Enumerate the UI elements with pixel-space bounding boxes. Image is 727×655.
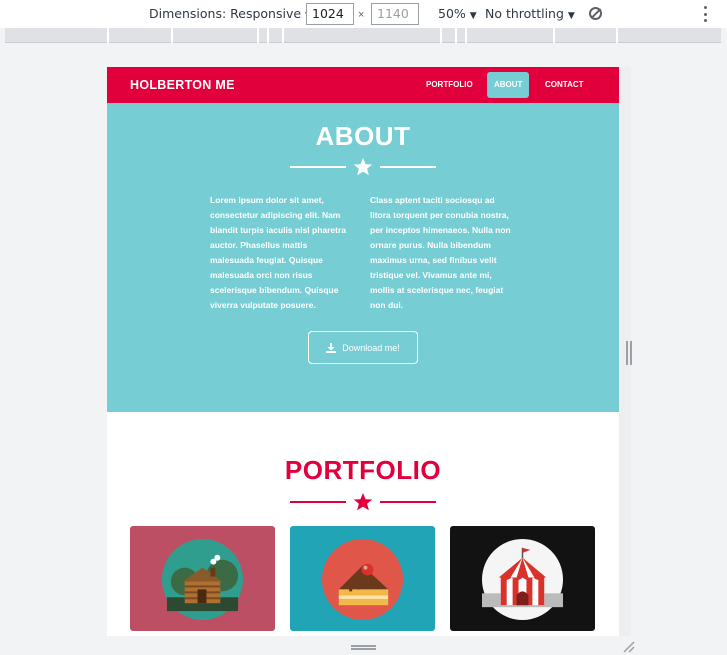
site-navbar: HOLBERTON ME PORTFOLIO ABOUT CONTACT	[107, 67, 619, 103]
portfolio-divider	[290, 492, 436, 512]
site-brand[interactable]: HOLBERTON ME	[130, 78, 235, 92]
download-icon	[326, 342, 337, 353]
throttle-label: No throttling	[485, 6, 564, 21]
about-section: ABOUT Lorem ipsum dolor sit amet, consec…	[107, 103, 619, 412]
zoom-dropdown[interactable]: 50% ▼	[438, 6, 477, 21]
nav-about[interactable]: ABOUT	[487, 72, 530, 98]
nav-portfolio[interactable]: PORTFOLIO	[419, 72, 480, 98]
more-options-icon[interactable]	[704, 6, 708, 22]
height-input[interactable]: 1140	[371, 3, 419, 25]
about-divider	[290, 157, 436, 177]
portfolio-title: PORTFOLIO	[284, 455, 442, 485]
caret-down-icon: ▼	[567, 11, 575, 21]
download-button[interactable]: Download me!	[308, 331, 418, 364]
portfolio-card-cake[interactable]	[290, 526, 435, 631]
cake-icon	[321, 538, 404, 621]
portfolio-card-circus[interactable]	[450, 526, 595, 631]
download-label: Download me!	[342, 342, 400, 353]
media-query-ruler[interactable]	[5, 28, 721, 43]
times-sign: ×	[358, 9, 365, 21]
throttle-dropdown[interactable]: No throttling ▼	[485, 6, 575, 21]
about-text-right: Class aptent taciti sociosqu ad litora t…	[370, 195, 511, 310]
devtools-toolbar: Dimensions: Responsive▼ 1024 × 1140 50%▼…	[0, 0, 727, 28]
portfolio-card-cabin[interactable]	[130, 526, 275, 631]
circus-tent-icon	[481, 538, 564, 621]
cabin-icon	[161, 538, 244, 621]
resize-handle-right[interactable]	[626, 341, 632, 365]
star-icon	[353, 493, 373, 511]
star-icon	[353, 158, 373, 176]
resize-corner-icon[interactable]	[622, 640, 636, 654]
about-title: ABOUT	[315, 121, 411, 151]
dimensions-dropdown[interactable]: Dimensions: Responsive▼	[149, 6, 312, 21]
caret-down-icon: ▼	[469, 11, 477, 21]
zoom-label: 50%	[438, 6, 466, 21]
about-text-left: Lorem ipsum dolor sit amet, consectetur …	[210, 195, 347, 310]
emulated-viewport: HOLBERTON ME PORTFOLIO ABOUT CONTACT ABO…	[107, 67, 619, 636]
nav-contact[interactable]: CONTACT	[538, 72, 591, 98]
dimensions-label: Dimensions: Responsive	[149, 6, 302, 21]
width-input[interactable]: 1024	[306, 3, 354, 25]
resize-handle-bottom[interactable]	[351, 645, 376, 650]
rotate-icon[interactable]	[589, 7, 602, 20]
